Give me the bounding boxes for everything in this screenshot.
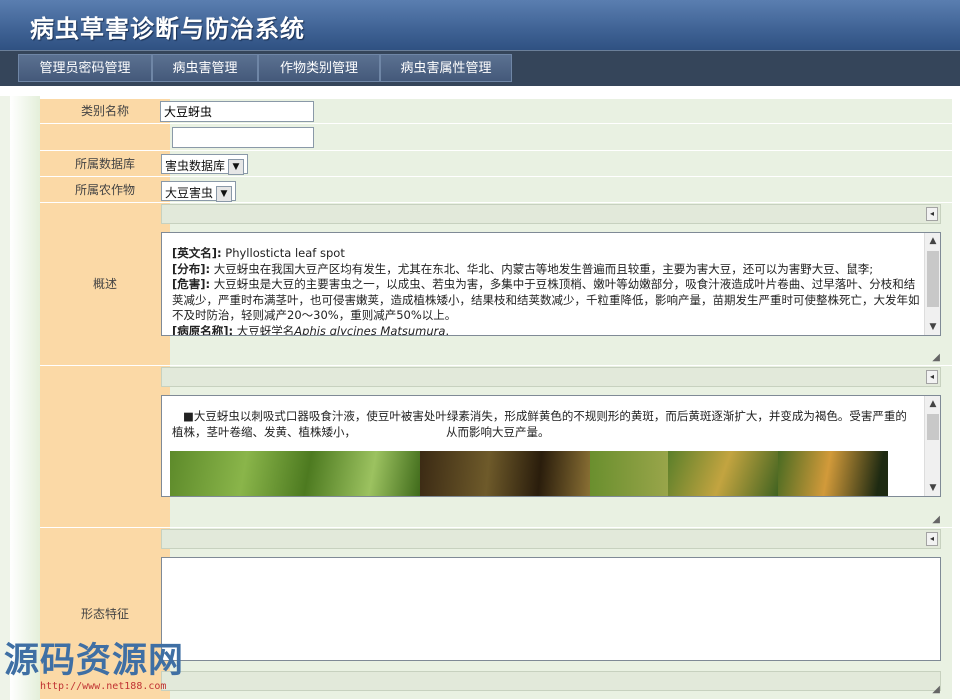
chevron-down-icon: ▼ (216, 185, 233, 202)
aphid-photo-4 (668, 451, 778, 496)
second-field-input[interactable] (172, 127, 314, 148)
toolbar-collapse-icon[interactable]: ◂ (926, 207, 938, 221)
scroll-down-icon[interactable]: ▼ (925, 480, 940, 496)
toolbar-collapse-icon[interactable]: ◂ (926, 532, 938, 546)
symptoms-label (40, 366, 170, 528)
crop-selected: 大豆害虫 (165, 186, 214, 200)
main-nav: 管理员密码管理 病虫害管理 作物类别管理 病虫害属性管理 (0, 50, 960, 86)
scroll-down-icon[interactable]: ▼ (925, 319, 940, 335)
aphid-photo-2 (420, 451, 590, 496)
summary-toolbar: ◂ (161, 204, 941, 224)
database-selected: 害虫数据库 (165, 159, 226, 173)
summary-text: [英文名]: Phyllosticta leaf spot [分布]: 大豆蚜虫… (172, 246, 920, 336)
nav-pest-management[interactable]: 病虫害管理 (152, 54, 258, 82)
second-field-label (40, 124, 170, 151)
symptoms-text: ■大豆蚜虫以刺吸式口器吸食汁液，使豆叶被害处叶绿素消失，形成鲜黄色的不规则形的黄… (172, 409, 907, 439)
category-name-label: 类别名称 (40, 99, 170, 124)
spacer (0, 86, 960, 96)
scroll-thumb[interactable] (927, 414, 939, 440)
resize-grip-icon[interactable]: ◢ (928, 514, 940, 526)
morphology-toolbar: ◂ (161, 529, 941, 549)
scroll-up-icon[interactable]: ▲ (925, 396, 940, 412)
summary-scrollbar[interactable]: ▲ ▼ (924, 233, 940, 335)
summary-editor[interactable]: [英文名]: Phyllosticta leaf spot [分布]: 大豆蚜虫… (161, 232, 941, 336)
crop-label: 所属农作物 (40, 177, 170, 203)
aphid-photo-1 (170, 451, 420, 496)
chevron-down-icon: ▼ (228, 158, 245, 175)
morphology-status-bar (161, 671, 941, 691)
aphid-photo-3 (590, 451, 668, 496)
resize-grip-icon[interactable]: ◢ (928, 684, 940, 696)
crop-select[interactable]: 大豆害虫 ▼ (161, 181, 237, 202)
database-select[interactable]: 害虫数据库 ▼ (161, 154, 249, 175)
nav-crop-category[interactable]: 作物类别管理 (258, 54, 380, 82)
scroll-thumb[interactable] (927, 251, 939, 307)
database-row (170, 151, 952, 177)
scroll-up-icon[interactable]: ▲ (925, 233, 940, 249)
watermark-logo: 源码资源网 (4, 641, 185, 681)
symptom-photos (170, 451, 890, 496)
database-label: 所属数据库 (40, 151, 170, 177)
app-header: 病虫草害诊断与防治系统 (0, 0, 960, 50)
app-title: 病虫草害诊断与防治系统 (30, 14, 305, 43)
aphid-photo-5 (778, 451, 888, 496)
summary-label: 概述 (40, 203, 170, 366)
symptoms-scrollbar[interactable]: ▲ ▼ (924, 396, 940, 496)
nav-pest-attributes[interactable]: 病虫害属性管理 (380, 54, 512, 82)
resize-grip-icon[interactable]: ◢ (928, 352, 940, 364)
toolbar-collapse-icon[interactable]: ◂ (926, 370, 938, 384)
watermark-url: http://www.net188.com (40, 681, 167, 692)
nav-admin-password[interactable]: 管理员密码管理 (18, 54, 152, 82)
symptoms-editor[interactable]: ■大豆蚜虫以刺吸式口器吸食汁液，使豆叶被害处叶绿素消失，形成鲜黄色的不规则形的黄… (161, 395, 941, 497)
left-decor-strip (10, 96, 40, 700)
category-name-input[interactable] (160, 101, 314, 122)
morphology-editor[interactable] (161, 557, 941, 661)
symptoms-toolbar: ◂ (161, 367, 941, 387)
edit-form: 类别名称 所属数据库 害虫数据库▼ 所属农作物 大豆害虫▼ 概述 ◂ [英文名]… (10, 96, 960, 700)
crop-row (170, 177, 952, 203)
